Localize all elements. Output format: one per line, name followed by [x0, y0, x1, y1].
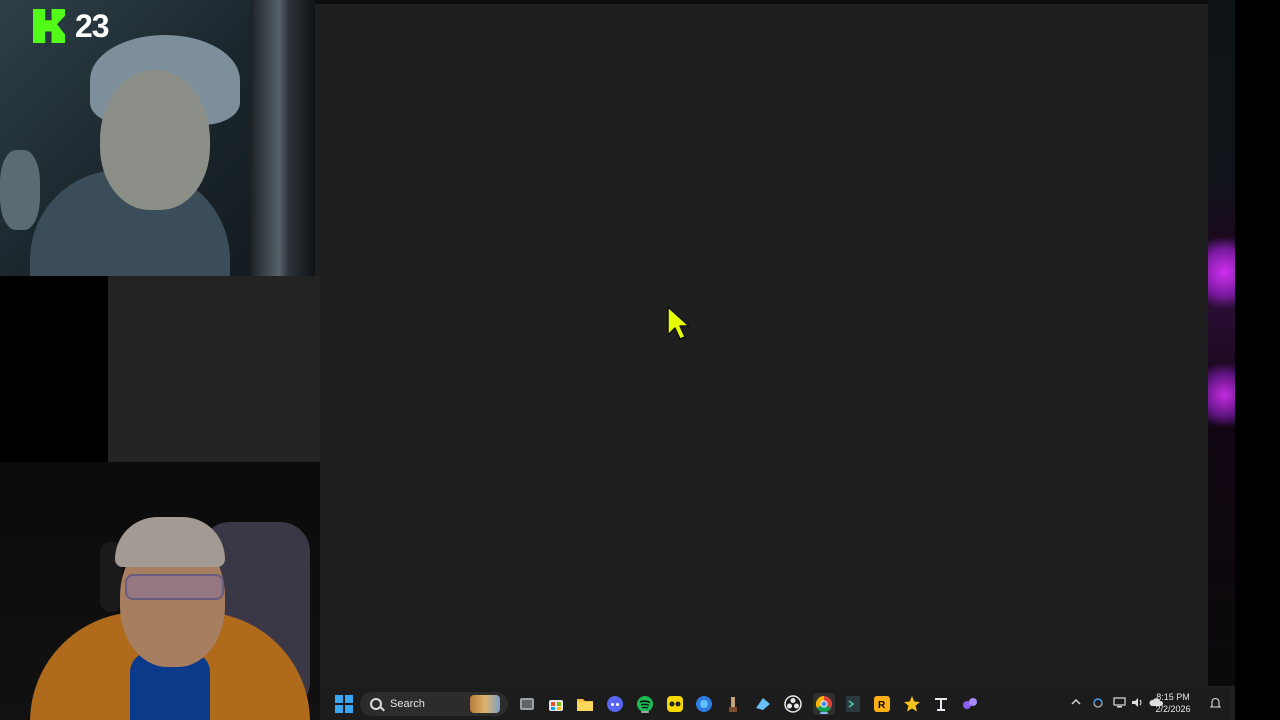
chrome-icon[interactable]: [813, 693, 835, 715]
webcam-person-cap: [115, 517, 225, 567]
sync-icon[interactable]: [1092, 697, 1104, 712]
discord-icon[interactable]: [605, 694, 625, 714]
right-black-bar: [1235, 0, 1280, 720]
app-icon[interactable]: [723, 694, 743, 714]
mouse-cursor-icon: [667, 306, 690, 340]
chevron-up-icon[interactable]: [1071, 697, 1081, 710]
webcam-person-face: [100, 70, 210, 210]
star-icon[interactable]: [902, 694, 922, 714]
clock[interactable]: 8:15 PM 2/2/2026: [1148, 691, 1198, 715]
widgets-icon[interactable]: [470, 695, 500, 713]
search-icon: [370, 698, 382, 710]
running-indicator: [820, 712, 828, 714]
viewer-count-badge: 23: [33, 7, 110, 44]
window-top-edge: [315, 0, 1208, 4]
search-label: Search: [390, 698, 425, 710]
file-explorer-icon[interactable]: [575, 694, 595, 714]
running-indicator: [641, 711, 649, 713]
obs-icon[interactable]: [783, 694, 803, 714]
notification-icon[interactable]: [1209, 697, 1222, 712]
store-icon[interactable]: [546, 694, 566, 714]
webcam-person-glasses: [125, 574, 224, 600]
purple-light: [1208, 230, 1235, 315]
terminal-icon[interactable]: [843, 694, 863, 714]
edge-dev-icon[interactable]: [694, 694, 714, 714]
volume-icon[interactable]: [1131, 697, 1144, 711]
clock-date: 2/2/2026: [1155, 704, 1191, 714]
gray-panel: [108, 276, 320, 462]
purple-light: [1208, 360, 1235, 430]
network-icon[interactable]: [1113, 697, 1126, 711]
rockstar-icon[interactable]: R: [872, 694, 892, 714]
app2-icon[interactable]: [960, 694, 980, 714]
epic-icon[interactable]: [931, 694, 951, 714]
webcam-person-shoulder: [0, 150, 40, 230]
black-panel: [0, 276, 108, 462]
steam-icon[interactable]: [753, 694, 773, 714]
svg-text:R: R: [878, 700, 886, 711]
webcam-top: 23: [0, 0, 315, 276]
webcam-bottom: [0, 462, 320, 720]
clock-time: 8:15 PM: [1156, 692, 1190, 702]
taskbar: Search R 8:15 PM 2/2/2026: [320, 688, 1230, 720]
task-view-icon[interactable]: [517, 694, 537, 714]
webcam-background: [250, 0, 315, 276]
kick-logo-icon: [33, 9, 65, 43]
search-input[interactable]: Search: [360, 692, 508, 716]
viewer-count: 23: [75, 7, 110, 44]
start-icon[interactable]: [334, 694, 354, 714]
right-edge-background: [1208, 0, 1235, 686]
spotify-icon[interactable]: [635, 694, 655, 714]
game-icon[interactable]: [665, 694, 685, 714]
